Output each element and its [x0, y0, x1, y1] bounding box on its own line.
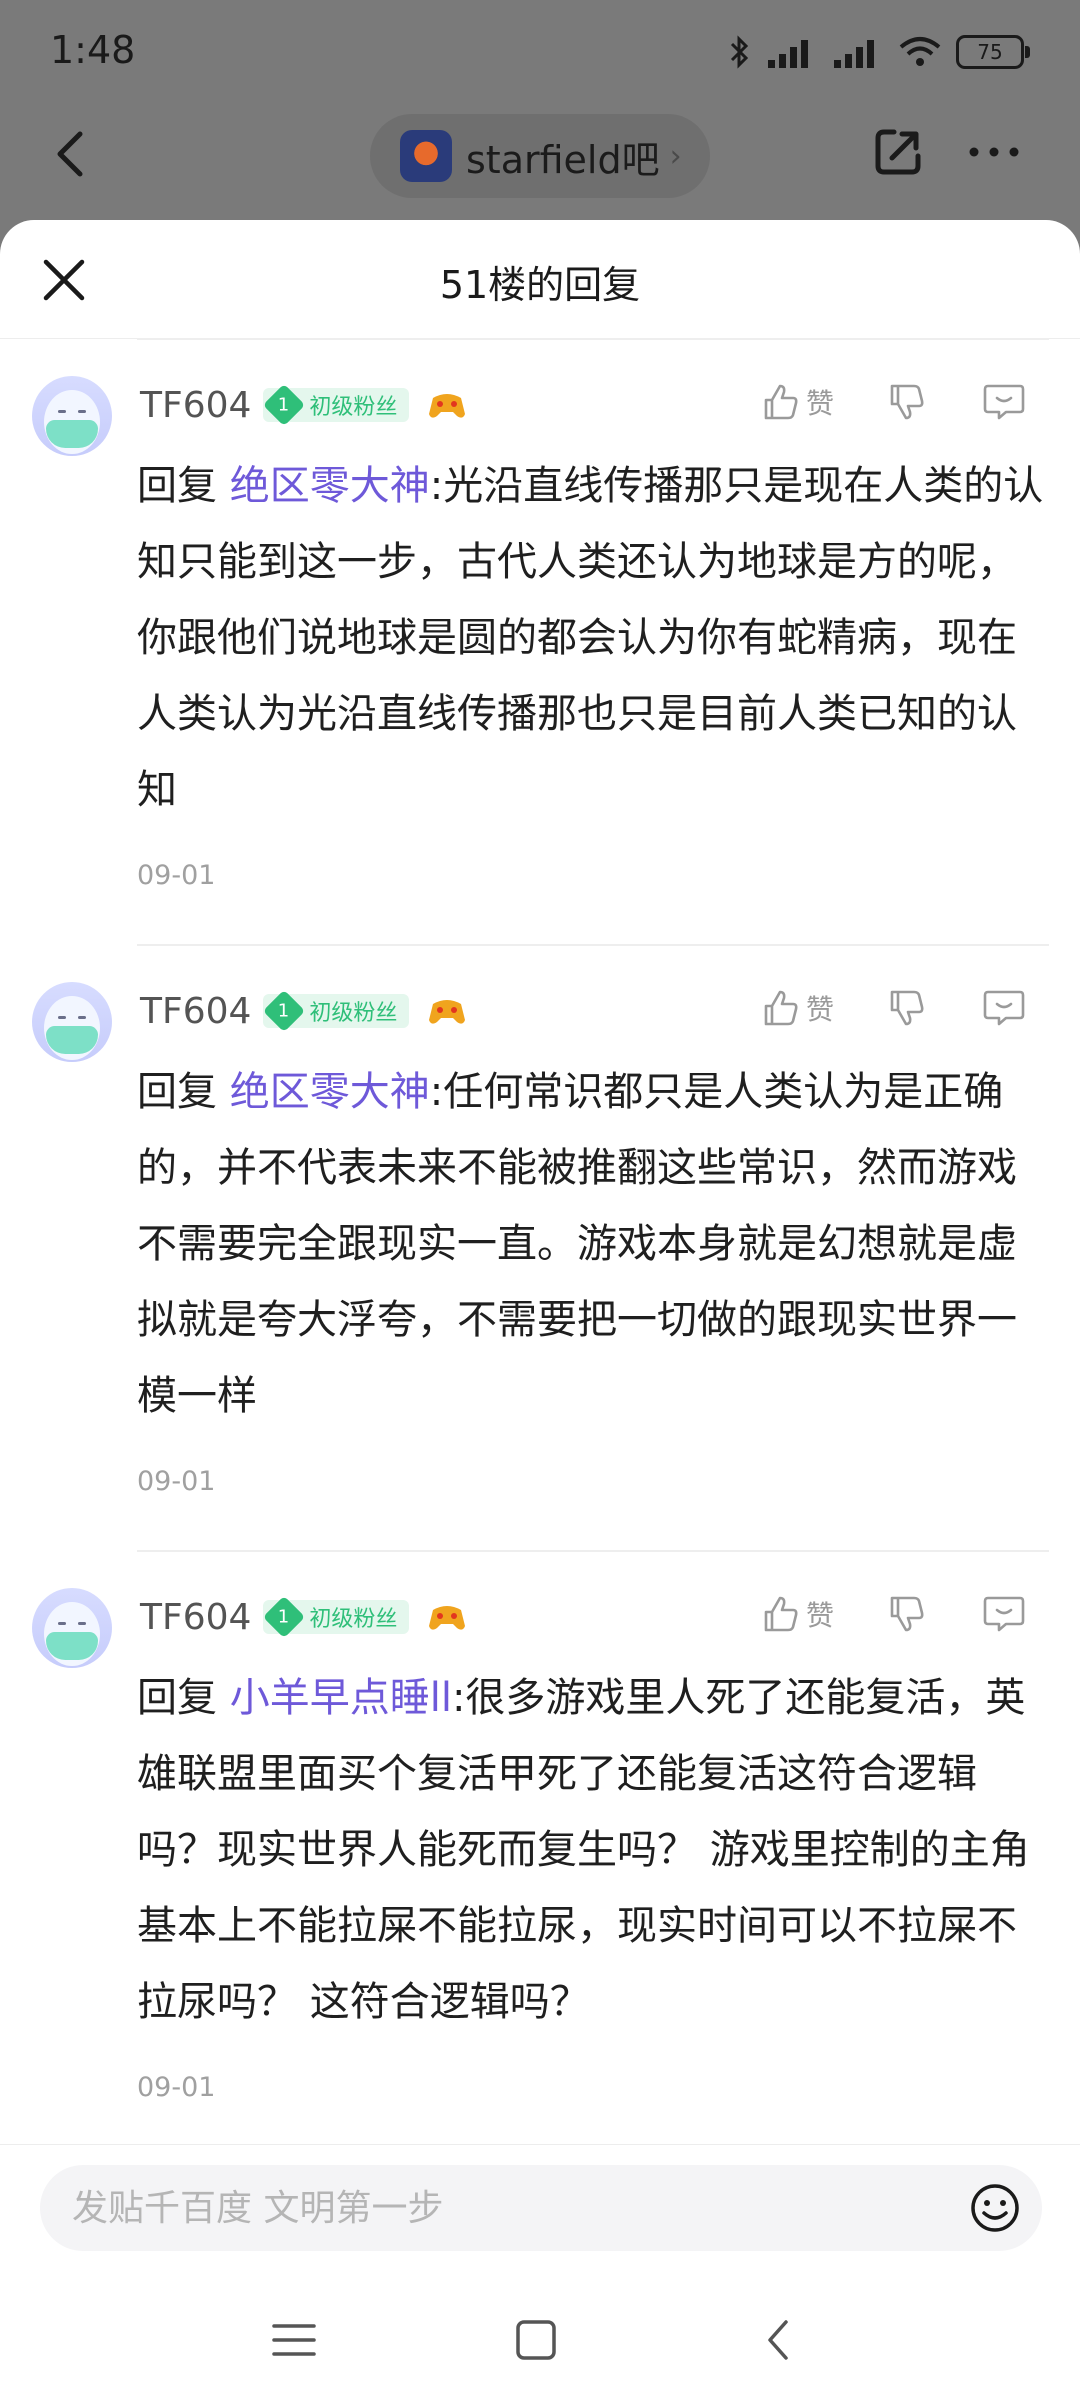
thumbs-up-icon: [764, 990, 798, 1026]
battery-indicator: 75: [956, 35, 1030, 69]
reply-content: 回复 绝区零大神:任何常识都只是人类认为是正确的，并不代表未来不能被推翻这些常识…: [137, 1054, 1049, 1434]
mention-link[interactable]: 小羊早点睡ll: [230, 1675, 452, 1721]
home-icon[interactable]: [508, 2312, 564, 2368]
username[interactable]: TF604: [140, 991, 251, 1032]
fan-level: 1: [278, 1606, 291, 1628]
sheet-header: 51楼的回复: [0, 220, 1080, 339]
fan-badge: 1 初级粉丝: [263, 383, 410, 427]
comment-icon[interactable]: [982, 1594, 1026, 1634]
fan-label: 初级粉丝: [309, 1001, 398, 1026]
like-button[interactable]: 赞: [760, 382, 834, 422]
game-controller-icon: [429, 1000, 466, 1024]
reply-actions: 赞: [760, 1594, 1026, 1634]
username[interactable]: TF604: [140, 385, 251, 426]
username[interactable]: TF604: [140, 1597, 251, 1638]
name-row: TF604 1 初级粉丝: [140, 1590, 467, 1644]
thumbs-down-icon[interactable]: [886, 382, 926, 422]
reply-prefix: 回复: [137, 1675, 230, 1721]
reply-date: 09-01: [137, 860, 216, 891]
status-icons: 75: [728, 30, 1030, 74]
back-arrow-icon[interactable]: [40, 122, 104, 186]
avatar[interactable]: [32, 982, 112, 1062]
reply-content: 回复 绝区零大神:光沿直线传播那只是现在人类的认知只能到这一步，古代人类还认为地…: [137, 448, 1049, 828]
mention-link[interactable]: 绝区零大神: [230, 1069, 430, 1115]
reply-date: 09-01: [137, 2072, 216, 2103]
thumbs-down-icon[interactable]: [886, 1594, 926, 1634]
status-bar: 1:48 75: [0, 0, 1080, 104]
name-row: TF604 1 初级粉丝: [140, 984, 467, 1038]
forum-name: starfield吧: [466, 137, 660, 182]
like-label: 赞: [806, 387, 835, 420]
divider: [137, 944, 1049, 946]
fan-badge: 1 初级粉丝: [263, 1595, 410, 1639]
like-button[interactable]: 赞: [760, 1594, 834, 1634]
reply-input[interactable]: [70, 2186, 954, 2230]
name-row: TF604 1 初级粉丝: [140, 378, 467, 432]
comment-icon[interactable]: [982, 988, 1026, 1028]
thumbs-up-icon: [764, 384, 798, 420]
fan-label: 初级粉丝: [309, 1607, 398, 1632]
divider: [137, 1550, 1049, 1552]
reply-input-box[interactable]: [40, 2165, 1042, 2251]
fan-level: 1: [278, 394, 291, 416]
mention-link[interactable]: 绝区零大神: [230, 463, 430, 509]
reply-prefix: 回复: [137, 463, 230, 509]
reply-input-bar: [0, 2144, 1080, 2275]
share-icon[interactable]: [866, 120, 930, 184]
more-icon[interactable]: [962, 120, 1026, 184]
thumbs-up-icon: [764, 1596, 798, 1632]
game-controller-icon: [429, 394, 466, 418]
wifi-icon: [899, 37, 941, 66]
bluetooth-icon: [730, 35, 749, 69]
like-button[interactable]: 赞: [760, 988, 834, 1028]
like-label: 赞: [806, 993, 835, 1026]
fan-level: 1: [278, 1000, 291, 1022]
like-label: 赞: [806, 1599, 835, 1632]
reply-date: 09-01: [137, 1466, 216, 1497]
reply-actions: 赞: [760, 382, 1026, 422]
fan-label: 初级粉丝: [309, 395, 398, 420]
forum-logo: [400, 130, 452, 182]
menu-icon[interactable]: [266, 2312, 322, 2368]
reply-text: :很多游戏里人死了还能复活，英雄联盟里面买个复活甲死了还能复活这符合逻辑吗？现实…: [137, 1675, 1030, 2025]
cellular-signal-2-icon: [834, 40, 874, 68]
game-controller-icon: [429, 1606, 466, 1630]
comment-icon[interactable]: [982, 382, 1026, 422]
emoji-icon[interactable]: [968, 2181, 1022, 2235]
reply-list[interactable]: TF604 1 初级粉丝 赞 回复 绝区零大神:光沿直线传播那只是现在人类的认知…: [0, 338, 1080, 2318]
status-time: 1:48: [50, 28, 136, 72]
avatar[interactable]: [32, 1588, 112, 1668]
reply-text: :光沿直线传播那只是现在人类的认知只能到这一步，古代人类还认为地球是方的呢，你跟…: [137, 463, 1044, 813]
forum-pill[interactable]: starfield吧 ›: [370, 114, 710, 198]
replies-sheet: 51楼的回复 TF604 1 初级粉丝 赞 回复 绝区零大神:光沿直线传播那只是…: [0, 220, 1080, 2400]
chevron-right-icon: ›: [669, 138, 682, 174]
reply-text: :任何常识都只是人类认为是正确的，并不代表未来不能被推翻这些常识，然而游戏不需要…: [137, 1069, 1017, 1419]
reply-prefix: 回复: [137, 1069, 230, 1115]
sheet-title: 51楼的回复: [439, 263, 641, 307]
system-nav-bar: [0, 2274, 1080, 2400]
thumbs-down-icon[interactable]: [886, 988, 926, 1028]
avatar[interactable]: [32, 376, 112, 456]
fan-badge: 1 初级粉丝: [263, 989, 410, 1033]
reply-actions: 赞: [760, 988, 1026, 1028]
top-nav: starfield吧 ›: [0, 104, 1080, 220]
cellular-signal-icon: [768, 40, 808, 68]
back-nav-icon[interactable]: [752, 2312, 808, 2368]
reply-content: 回复 小羊早点睡ll:很多游戏里人死了还能复活，英雄联盟里面买个复活甲死了还能复…: [137, 1660, 1049, 2040]
divider: [137, 338, 1049, 340]
